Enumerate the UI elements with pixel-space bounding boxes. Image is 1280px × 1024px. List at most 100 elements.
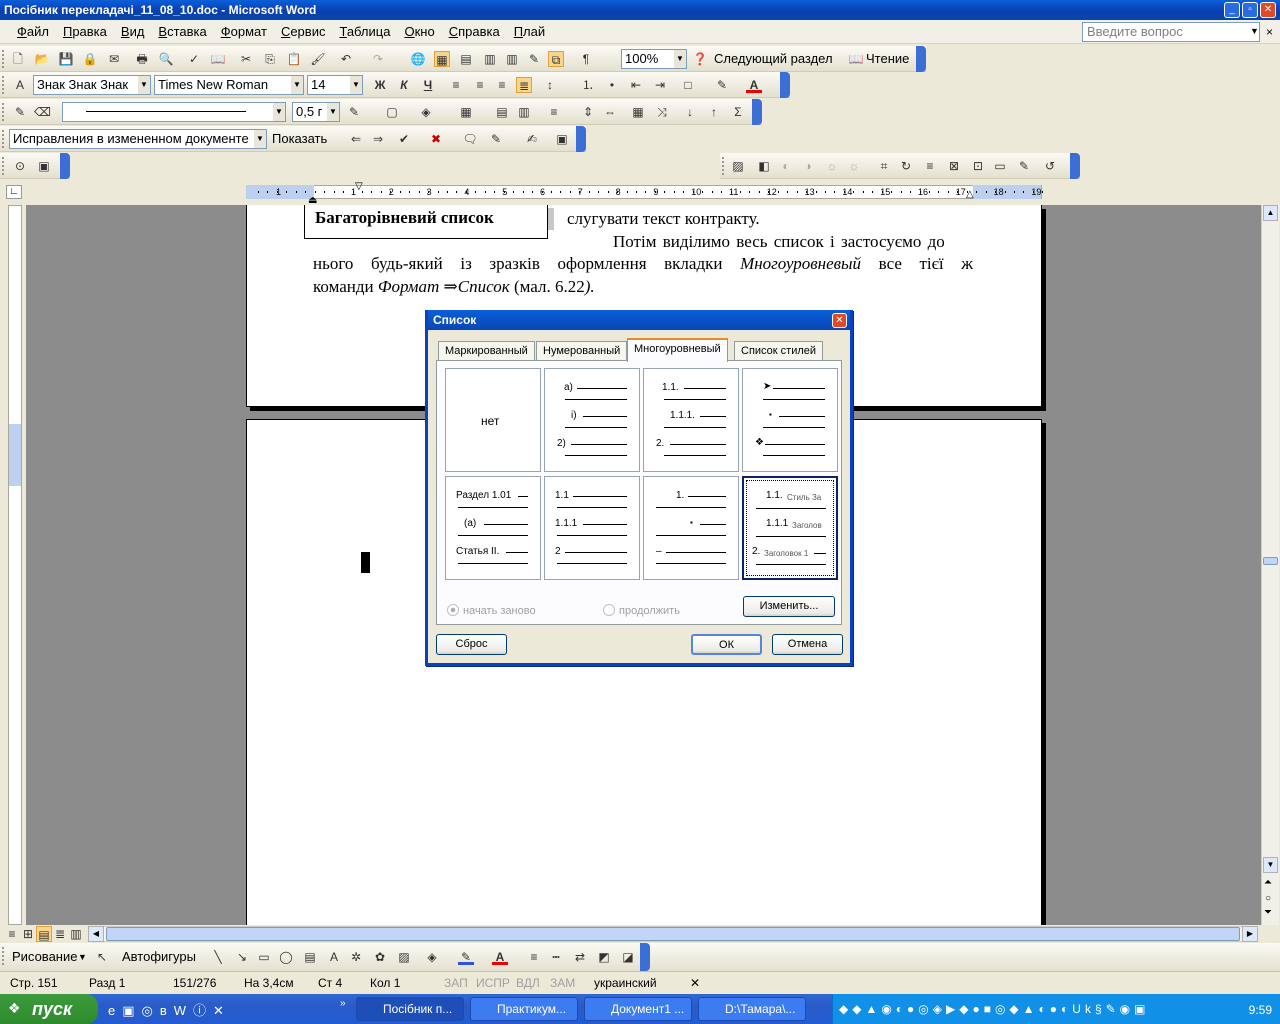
modify-button[interactable]: Изменить... (743, 596, 835, 617)
email-icon[interactable]: ✉ (106, 51, 122, 67)
menu-item-8[interactable]: Справка (442, 20, 507, 44)
right-indent-marker[interactable]: △ (966, 189, 974, 200)
toolbar-options-icon[interactable] (752, 99, 762, 125)
text-wrapping-icon[interactable]: ⊡ (970, 158, 986, 174)
reading-view-icon[interactable]: ▥ (68, 926, 84, 942)
distribute-rows-icon[interactable]: ⇕ (580, 104, 596, 120)
clipart-icon[interactable]: ✿ (372, 949, 388, 965)
align-center-icon[interactable]: ≡ (472, 77, 488, 93)
accept-change-icon[interactable]: ✔ (396, 131, 412, 147)
eraser-icon[interactable]: ⌫ (34, 104, 51, 120)
scroll-right-icon[interactable]: ▶ (1242, 926, 1258, 942)
track-changes-icon[interactable]: ✍ (524, 131, 540, 147)
permission-icon[interactable]: 🔒 (82, 51, 98, 67)
list-option-none[interactable]: нет (445, 368, 541, 472)
horizontal-scroll-thumb[interactable] (106, 927, 1240, 941)
reset-picture-icon[interactable]: ↺ (1042, 158, 1058, 174)
insert-comment-icon[interactable]: 🗨 (462, 131, 478, 147)
taskbar-item-2[interactable]: Документ1 ... (584, 997, 692, 1021)
font-color-icon[interactable]: A (746, 77, 762, 93)
list-option-letters[interactable]: a) i) 2) (544, 368, 640, 472)
columns-icon[interactable]: ▥ (504, 51, 520, 67)
close-button[interactable]: ✕ (1260, 2, 1276, 18)
draw-table-icon[interactable]: ✎ (12, 104, 28, 120)
format-picture-icon[interactable]: ▭ (992, 158, 1008, 174)
cancel-button[interactable]: Отмена (772, 634, 843, 655)
print-icon[interactable]: 🖶 (134, 51, 150, 67)
autosum-icon[interactable]: Σ (730, 104, 746, 120)
drawing-menu-button[interactable]: Рисование (12, 949, 77, 965)
quick-launch-more-icon[interactable]: » (340, 998, 346, 1009)
scroll-down-icon[interactable]: ▼ (1263, 857, 1278, 873)
menu-item-1[interactable]: Правка (56, 20, 114, 44)
vertical-ruler[interactable] (8, 205, 22, 925)
vertical-scrollbar[interactable]: ▲ ▼ ⏶ ○ ⏷ (1261, 205, 1279, 925)
close-document-icon[interactable]: × (1266, 25, 1273, 39)
save-icon[interactable]: 💾 (58, 51, 74, 67)
justify-icon[interactable]: ≣ (516, 77, 532, 93)
drawing-icon[interactable]: ✎ (526, 51, 542, 67)
split-cells-icon[interactable]: ▥ (516, 104, 532, 120)
help-icon[interactable]: ❓ (692, 51, 708, 67)
reviewing-pane-icon[interactable]: ▣ (554, 131, 570, 147)
list-option-decimal[interactable]: 1.1. 1.1.1. 2. (643, 368, 739, 472)
picture-icon[interactable]: ▨ (396, 949, 412, 965)
crop-icon[interactable]: ⌗ (876, 158, 892, 174)
line-spacing-icon[interactable]: ↕ (542, 77, 558, 93)
align-right-icon[interactable]: ≡ (494, 77, 510, 93)
first-line-indent-marker[interactable]: ▽ (355, 181, 363, 192)
zoom-select[interactable]: 100% ▼ (621, 49, 687, 69)
menu-item-0[interactable]: Файл (10, 20, 56, 44)
menu-item-6[interactable]: Таблица (332, 20, 397, 44)
line-weight-select[interactable]: 0,5 г ▼ (292, 102, 340, 122)
distribute-columns-icon[interactable]: ⇔ (602, 104, 618, 120)
toolbar-options-icon[interactable] (576, 126, 586, 152)
fill-color-icon[interactable]: ◈ (424, 949, 440, 965)
insert-excel-icon[interactable]: ▥ (482, 51, 498, 67)
outside-border-icon[interactable]: ▢ (384, 104, 400, 120)
ok-button[interactable]: ОК (691, 634, 762, 655)
dialog-close-icon[interactable]: ✕ (832, 313, 847, 328)
web-view-icon[interactable]: ⊞ (20, 926, 36, 942)
line-style-icon[interactable]: ≡ (526, 949, 542, 965)
previous-page-icon[interactable]: ⏶ (1264, 877, 1272, 888)
horizontal-scrollbar[interactable]: ≡ ⊞ ▤ ≣ ▥ ◀ ▶ (0, 925, 1280, 943)
change-direction-icon[interactable]: ⤨ (654, 104, 670, 120)
undo-icon[interactable]: ↶ (338, 51, 354, 67)
style-select[interactable]: Знак Знак Знак ▼ (33, 75, 151, 95)
bullets-icon[interactable]: • (604, 77, 620, 93)
highlight-icon[interactable]: ✎ (488, 131, 504, 147)
status-overtype[interactable]: ЗАМ (550, 976, 575, 990)
reject-change-icon[interactable]: ✖ (428, 131, 444, 147)
normal-view-icon[interactable]: ≡ (4, 926, 20, 942)
maximize-button[interactable]: ▫ (1242, 2, 1258, 18)
arrow-icon[interactable]: ↘ (234, 949, 250, 965)
status-track[interactable]: ИСПР (476, 976, 510, 990)
color-icon[interactable]: ◧ (756, 158, 772, 174)
open-icon[interactable]: 📂 (34, 51, 50, 67)
borders-icon[interactable]: □ (680, 77, 696, 93)
scroll-left-icon[interactable]: ◀ (88, 926, 104, 942)
menu-item-7[interactable]: Окно (397, 20, 441, 44)
list-option-articles[interactable]: Раздел 1.01 (а) Статья II. (445, 476, 541, 580)
paste-icon[interactable]: 📋 (286, 51, 302, 67)
spelling-icon[interactable]: ✓ (186, 51, 202, 67)
toolbar-options-icon[interactable] (1070, 153, 1080, 179)
show-markup-button[interactable]: Показать (272, 131, 327, 147)
dialog-title-bar[interactable]: Список (428, 310, 850, 330)
italic-icon[interactable]: К (396, 77, 412, 93)
show-hide-icon[interactable]: ¶ (578, 51, 594, 67)
document-map-icon[interactable]: ⧉ (548, 51, 564, 67)
underline-icon[interactable]: Ч (420, 77, 436, 93)
format-painter-icon[interactable]: 🖌 (310, 51, 326, 67)
merge-cells-icon[interactable]: ▤ (494, 104, 510, 120)
line-color-icon[interactable]: ✎ (458, 949, 474, 965)
previous-change-icon[interactable]: ⇐ (348, 131, 364, 147)
next-change-icon[interactable]: ⇒ (370, 131, 386, 147)
menu-item-5[interactable]: Сервис (274, 20, 333, 44)
less-contrast-icon[interactable]: ◑ (800, 158, 816, 174)
wordart-icon[interactable]: A (326, 949, 342, 965)
tab-outline-numbered[interactable]: Многоуровневый (627, 338, 728, 362)
rotate-icon[interactable]: ↻ (898, 158, 914, 174)
redo-icon[interactable]: ↷ (370, 51, 386, 67)
